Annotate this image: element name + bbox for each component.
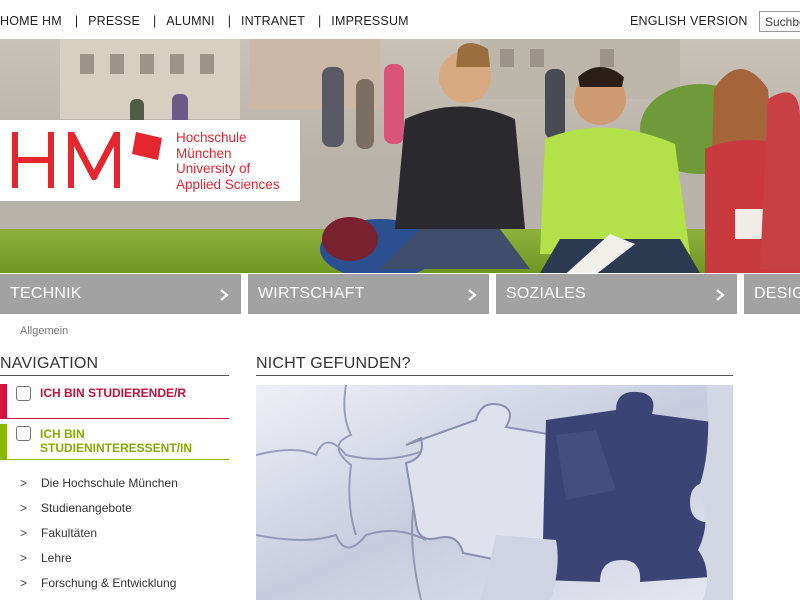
arrow-icon: > xyxy=(20,576,28,590)
sidebar-item-label: Forschung & Entwicklung xyxy=(41,576,177,590)
top-navigation: HOME HM | PRESSE | ALUMNI | INTRANET | IMPRE… xyxy=(0,14,409,28)
faculty-tabs: Technik Wirtschaft Soziales Design xyxy=(0,274,800,314)
topnav-presse[interactable]: PRESSE xyxy=(88,14,140,28)
sidebar-item-label: Lehre xyxy=(41,551,72,565)
student-label: ICH BIN STUDIERENDE/R xyxy=(40,386,187,400)
hm-logo-mark xyxy=(12,132,162,188)
tab-technik[interactable]: Technik xyxy=(0,274,241,314)
sidebar-item-studienangebote[interactable]: > Studienangebote xyxy=(20,501,178,526)
breadcrumb[interactable]: Allgemein xyxy=(20,325,68,337)
logo-line: University of xyxy=(176,161,251,176)
english-version-link[interactable]: ENGLISH VERSION xyxy=(630,14,748,28)
topnav-alumni[interactable]: ALUMNI xyxy=(166,14,214,28)
tab-wirtschaft[interactable]: Wirtschaft xyxy=(248,274,489,314)
chevron-right-icon xyxy=(716,289,725,301)
prospect-label-line: ICH BIN xyxy=(40,427,85,441)
sidebar-item-hochschule[interactable]: > Die Hochschule München xyxy=(20,476,178,501)
topnav-separator: | xyxy=(318,14,322,28)
arrow-icon: > xyxy=(20,476,28,490)
accent-bar xyxy=(0,384,7,418)
tab-label: Design xyxy=(754,285,800,302)
sidebar-item-label: Die Hochschule München xyxy=(41,476,178,490)
logo-line: München xyxy=(176,145,232,161)
page-title: NICHT GEFUNDEN? xyxy=(256,355,733,376)
search-input[interactable] xyxy=(759,11,800,32)
chevron-right-icon xyxy=(220,289,229,301)
navigation-heading: NAVIGATION xyxy=(0,355,229,376)
logo[interactable]: Hochschule München University of Applied… xyxy=(0,120,300,201)
hero-image: Hochschule München University of Applied… xyxy=(0,39,800,273)
sidebar-item-fakultaeten[interactable]: > Fakultäten xyxy=(20,526,178,551)
checkbox-icon[interactable] xyxy=(16,426,31,441)
tab-soziales[interactable]: Soziales xyxy=(496,274,737,314)
prospect-label: ICH BIN STUDIENINTERESSENT/IN xyxy=(40,427,192,455)
sidebar-item-label: Studienangebote xyxy=(41,501,132,515)
topnav-impressum[interactable]: IMPRESSUM xyxy=(331,14,409,28)
topnav-home[interactable]: HOME HM xyxy=(0,14,62,28)
tab-label: Wirtschaft xyxy=(258,285,365,302)
sidebar-item-lehre[interactable]: > Lehre xyxy=(20,551,178,576)
tab-design[interactable]: Design xyxy=(744,274,800,314)
puzzle-image xyxy=(256,385,733,600)
logo-wordmark: Hochschule München University of Applied… xyxy=(176,130,280,192)
chevron-right-icon xyxy=(468,289,477,301)
arrow-icon: > xyxy=(20,551,28,565)
arrow-icon: > xyxy=(20,526,28,540)
logo-line: Hochschule xyxy=(176,130,247,145)
logo-line: Applied Sciences xyxy=(176,176,280,192)
arrow-icon: > xyxy=(20,501,28,515)
sidebar-item-forschung[interactable]: > Forschung & Entwicklung xyxy=(20,576,178,600)
checkbox-icon[interactable] xyxy=(16,386,31,401)
topnav-separator: | xyxy=(74,14,79,28)
top-bar: HOME HM | PRESSE | ALUMNI | INTRANET | IMPRE… xyxy=(0,0,800,40)
sidebar-links: > Die Hochschule München > Studienangebote… xyxy=(20,476,178,600)
accent-bar xyxy=(0,424,7,459)
topnav-separator: | xyxy=(227,14,231,28)
topnav-intranet[interactable]: INTRANET xyxy=(241,14,305,28)
puzzle-illustration xyxy=(256,385,733,600)
prospect-label-line: STUDIENINTERESSENT/IN xyxy=(40,441,193,455)
topnav-separator: | xyxy=(153,14,157,28)
tab-label: Soziales xyxy=(506,285,586,302)
prospect-toggle[interactable]: ICH BIN STUDIENINTERESSENT/IN xyxy=(0,424,229,460)
tab-label: Technik xyxy=(10,285,82,302)
student-toggle[interactable]: ICH BIN STUDIERENDE/R xyxy=(0,384,229,419)
sidebar-item-label: Fakultäten xyxy=(41,526,98,540)
